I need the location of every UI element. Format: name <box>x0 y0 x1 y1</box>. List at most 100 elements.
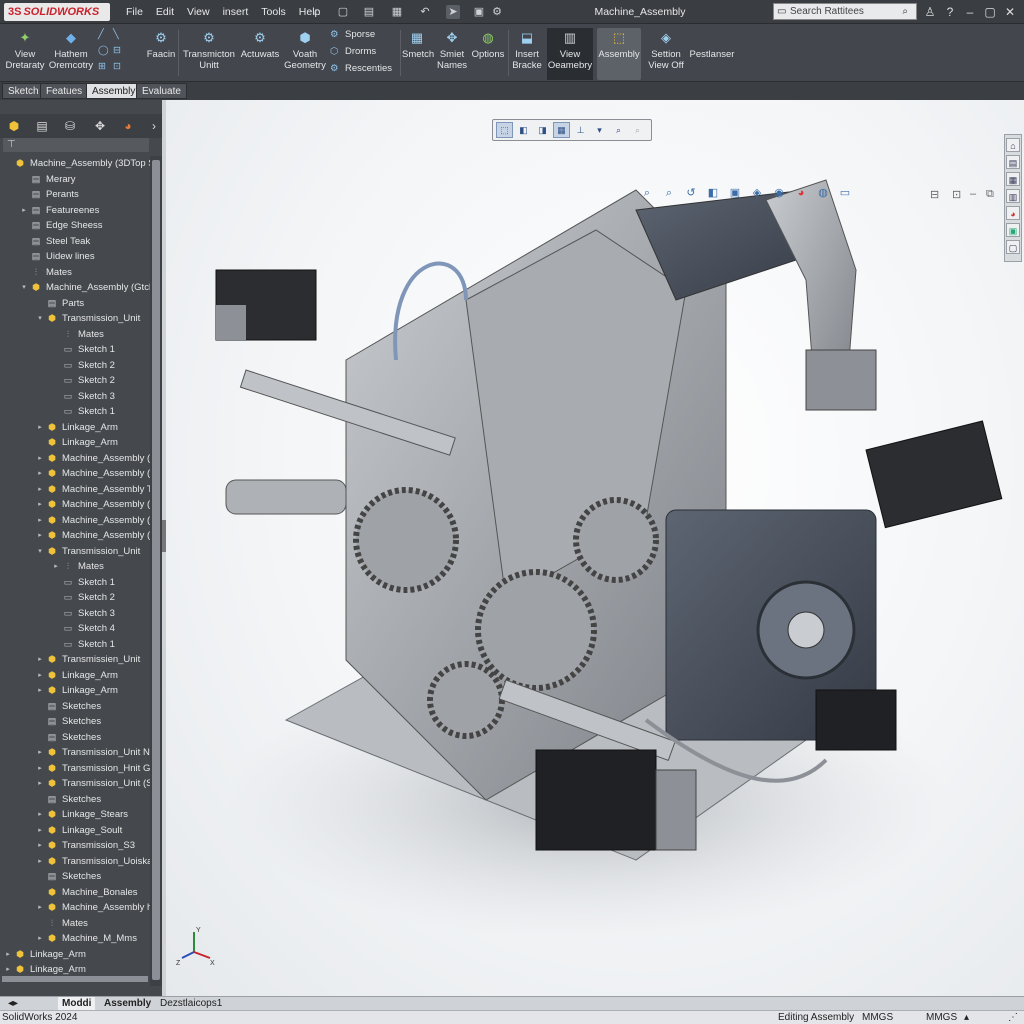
expand-chevron-icon[interactable]: ▸ <box>36 900 44 916</box>
close-icon[interactable]: ✕ <box>1002 4 1018 20</box>
expand-chevron-icon[interactable]: ▾ <box>20 280 28 296</box>
tree-item[interactable]: ▸ ⬢ Linkage_Arm <box>0 947 150 963</box>
expand-chevron-icon[interactable]: ▸ <box>36 745 44 761</box>
tree-item[interactable]: ▸ ⬢ Machine_Assembly (Isstn <box>0 466 150 482</box>
ribbon-button-view-dretaraty[interactable]: ✦ View Dretaraty <box>4 28 46 80</box>
ribbon-button-pestlanser[interactable]: Pestlanser <box>689 28 735 80</box>
tree-item[interactable]: ▭ Sketch 1 <box>0 342 150 358</box>
expand-chevron-icon[interactable]: ▸ <box>4 947 12 963</box>
minimize-icon[interactable]: – <box>962 4 978 20</box>
new-file-icon[interactable]: ▢ <box>336 5 350 19</box>
tree-item[interactable]: ▭ Sketch 1 <box>0 637 150 653</box>
dropdown-icon[interactable]: ▾ <box>591 122 608 138</box>
expand-chevron-icon[interactable]: ▾ <box>36 311 44 327</box>
tree-item[interactable]: ▸ ⬢ Linkage_Stears <box>0 807 150 823</box>
expand-chevron-icon[interactable]: ▸ <box>36 854 44 870</box>
tree-item[interactable]: ▤ Sketches <box>0 714 150 730</box>
search-icon[interactable]: ⌕ <box>902 4 908 19</box>
status-units-selector[interactable]: MMGS <box>926 1011 957 1024</box>
expand-chevron-icon[interactable]: ▸ <box>36 683 44 699</box>
ribbon-button-settion-view-off[interactable]: ◈ Settion View Off <box>645 28 687 80</box>
tree-item[interactable]: ▭ Sketch 4 <box>0 621 150 637</box>
home-icon[interactable]: ⌂ <box>310 5 324 19</box>
expand-chevron-icon[interactable]: ▸ <box>36 931 44 947</box>
tree-item[interactable]: ▸ ⬢ Transmission_S3 <box>0 838 150 854</box>
tree-item[interactable]: ▸ ⬢ Transmission_Hnit GIser <box>0 761 150 777</box>
tab-sketch[interactable]: Sketch <box>2 83 45 99</box>
menu-tools[interactable]: Tools <box>261 6 286 18</box>
menu-edit[interactable]: Edit <box>156 6 174 18</box>
tree-item[interactable]: ⫶ Mates <box>0 916 150 932</box>
expand-chevron-icon[interactable]: ▸ <box>36 497 44 513</box>
pan-icon[interactable]: ⌕ <box>629 122 646 138</box>
tree-item[interactable]: ▤ Edge Sheess <box>0 218 150 234</box>
ribbon-button-assembly[interactable]: ⬚ Assembly <box>597 28 641 80</box>
tree-item[interactable]: ▸ ⫶ Mates <box>0 559 150 575</box>
ribbon-button-faacin[interactable]: ⚙ Faacin <box>144 28 178 80</box>
tree-item[interactable]: ▾ ⬢ Machine_Assembly (Gtcleps <box>0 280 150 296</box>
expand-chevron-icon[interactable]: ▾ <box>36 544 44 560</box>
appearance-icon[interactable]: ◕ <box>792 186 810 200</box>
chevron-right-icon[interactable]: › <box>144 117 164 135</box>
tree-item[interactable]: ▸ ⬢ Machine_Assembly (best <box>0 451 150 467</box>
expand-chevron-icon[interactable]: ▸ <box>36 761 44 777</box>
undo-icon[interactable]: ↶ <box>418 5 432 19</box>
tab-assembly[interactable]: Assembly <box>100 997 155 1011</box>
ribbon-button-view-oeamebry[interactable]: ▥ View Oeamebry <box>547 28 593 80</box>
property-manager-icon[interactable]: ▤ <box>32 117 52 135</box>
status-units[interactable]: MMGS <box>862 1011 893 1024</box>
tree-item[interactable]: ▸ ⬢ Linkage_Arm <box>0 962 150 976</box>
expand-chevron-icon[interactable]: ▸ <box>20 203 28 219</box>
tree-item[interactable]: ▸ ⬢ Machine_Assembly (lhe <box>0 513 150 529</box>
tree-item[interactable]: ▸ ⬢ Machine_Assembly (cest <box>0 497 150 513</box>
solidworks-logo[interactable]: 3S SOLIDWORKS <box>4 3 110 21</box>
tree-item[interactable]: ⬢ Machine_Bonales <box>0 885 150 901</box>
ribbon-button-smetch[interactable]: ▦ Smetch <box>402 28 434 80</box>
tree-item[interactable]: ▾ ⬢ Transmission_Unit <box>0 544 150 560</box>
ribbon-button-actuwats[interactable]: ⚙ Actuwats <box>238 28 282 80</box>
custom-properties-icon[interactable]: ▣ <box>1006 223 1020 237</box>
options-gear-icon[interactable]: ⚙ <box>490 5 504 19</box>
viewport-split-icon[interactable]: ⊡ <box>952 188 961 201</box>
tree-item[interactable]: ▸ ⬢ Transmission_Uoiskans <box>0 854 150 870</box>
tab-scroll-icon[interactable]: ◂▸ <box>4 997 22 1011</box>
tree-item[interactable]: ▸ ⬢ Transmission_Unit Neser <box>0 745 150 761</box>
expand-chevron-icon[interactable]: ▸ <box>36 482 44 498</box>
tree-item[interactable]: ▤ Uidew lines <box>0 249 150 265</box>
viewport-restore-icon[interactable]: ⧉ <box>986 188 994 201</box>
ribbon-small-drorms[interactable]: ⬡ Drorms <box>330 45 376 59</box>
face-select-icon[interactable]: ◨ <box>534 122 551 138</box>
rebuild-icon[interactable]: ▣ <box>472 5 486 19</box>
expand-chevron-icon[interactable]: ▸ <box>36 513 44 529</box>
tree-item[interactable]: ▤ Merary <box>0 172 150 188</box>
tree-item[interactable]: ▸ ▤ Featureenes <box>0 203 150 219</box>
display-manager-icon[interactable]: ◕ <box>118 117 138 135</box>
zoom-icon[interactable]: ⌕ <box>610 122 627 138</box>
maximize-icon[interactable]: ▢ <box>982 4 998 20</box>
expand-chevron-icon[interactable]: ▸ <box>36 838 44 854</box>
tree-item[interactable]: ▤ Parts <box>0 296 150 312</box>
expand-chevron-icon[interactable]: ▸ <box>36 420 44 436</box>
viewport-layout-icon[interactable]: ⊟ <box>930 188 939 201</box>
tree-item[interactable]: ▤ Sketches <box>0 792 150 808</box>
expand-chevron-icon[interactable]: ▸ <box>36 466 44 482</box>
tab-assembly[interactable]: Assembly <box>86 83 142 99</box>
menu-insert[interactable]: insert <box>223 6 249 18</box>
ribbon-small-sporse[interactable]: ⚙ Sporse <box>330 28 375 42</box>
tree-item[interactable]: ▤ Perants <box>0 187 150 203</box>
tree-item[interactable]: ▭ Sketch 3 <box>0 606 150 622</box>
tree-item[interactable]: ▭ Sketch 1 <box>0 575 150 591</box>
tree-scrollbar[interactable] <box>150 156 162 986</box>
line-tool-icon[interactable]: ╱ ╲ <box>98 28 128 42</box>
display-style-icon[interactable]: ◈ <box>748 186 766 200</box>
tree-item[interactable]: ▭ Sketch 2 <box>0 590 150 606</box>
viewport-minimize-icon[interactable]: – <box>970 188 976 200</box>
tree-item[interactable]: ▾ ⬢ Transmission_Unit <box>0 311 150 327</box>
expand-chevron-icon[interactable]: ▸ <box>36 807 44 823</box>
expand-chevron-icon[interactable]: ▸ <box>52 559 60 575</box>
tree-item[interactable]: ▭ Sketch 1 <box>0 404 150 420</box>
zoom-to-fit-icon[interactable]: ⌕ <box>638 186 656 200</box>
configuration-manager-icon[interactable]: ⛁ <box>60 117 80 135</box>
feature-tree-icon[interactable]: ⬢ <box>4 117 24 135</box>
tree-item[interactable]: ▭ Sketch 3 <box>0 389 150 405</box>
